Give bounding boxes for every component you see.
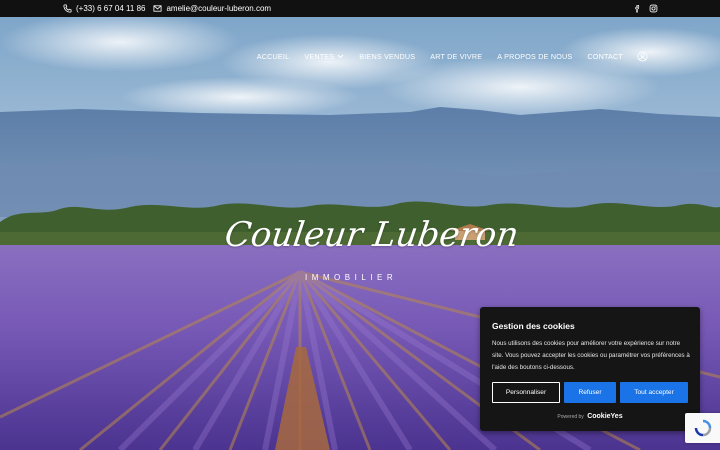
logo-subtitle: IMMOBILIER: [305, 273, 398, 282]
site-logo[interactable]: Couleur Luberon IMMOBILIER: [222, 215, 522, 282]
recaptcha-badge[interactable]: [685, 413, 720, 443]
cookie-consent-panel: Gestion des cookies Nous utilisons des c…: [480, 307, 700, 431]
cookieyes-logo[interactable]: CookieYes: [587, 413, 622, 420]
phone-number: (+33) 6 67 04 11 86: [76, 4, 146, 13]
cookie-title: Gestion des cookies: [492, 321, 575, 331]
top-bar: (+33) 6 67 04 11 86 amelie@couleur-luber…: [0, 0, 720, 17]
main-nav: ACCUEIL VENTES BIENS VENDUS ART DE VIVRE…: [242, 51, 648, 62]
user-circle-icon[interactable]: [637, 51, 648, 62]
nav-item-a-propos[interactable]: A PROPOS DE NOUS: [497, 52, 572, 61]
facebook-icon[interactable]: [633, 4, 642, 13]
customize-button[interactable]: Personnaliser: [492, 382, 560, 403]
nav-item-biens-vendus[interactable]: BIENS VENDUS: [359, 52, 415, 61]
contact-info: (+33) 6 67 04 11 86 amelie@couleur-luber…: [63, 0, 271, 17]
logo-script: Couleur Luberon: [222, 215, 522, 255]
chevron-down-icon: [337, 54, 344, 59]
recaptcha-icon: [694, 419, 711, 437]
powered-by: Powered by CookieYes: [480, 413, 700, 420]
phone-link[interactable]: (+33) 6 67 04 11 86: [63, 4, 145, 13]
email-address: amelie@couleur-luberon.com: [166, 4, 272, 13]
nav-item-art-de-vivre[interactable]: ART DE VIVRE: [430, 52, 482, 61]
nav-item-ventes[interactable]: VENTES: [304, 52, 344, 61]
nav-item-accueil[interactable]: ACCUEIL: [257, 52, 290, 61]
email-link[interactable]: amelie@couleur-luberon.com: [153, 4, 271, 13]
social-links: [633, 0, 658, 17]
mail-icon: [153, 5, 162, 12]
powered-by-label: Powered by: [557, 414, 584, 420]
instagram-icon[interactable]: [649, 4, 658, 13]
nav-item-contact[interactable]: CONTACT: [587, 52, 623, 61]
cookie-buttons: Personnaliser Refuser Tout accepter: [492, 382, 688, 403]
refuse-button[interactable]: Refuser: [564, 382, 616, 403]
nav-item-ventes-label: VENTES: [304, 52, 335, 61]
phone-icon: [63, 4, 72, 13]
accept-all-button[interactable]: Tout accepter: [620, 382, 688, 403]
cookie-description: Nous utilisons des cookies pour améliore…: [492, 340, 690, 371]
